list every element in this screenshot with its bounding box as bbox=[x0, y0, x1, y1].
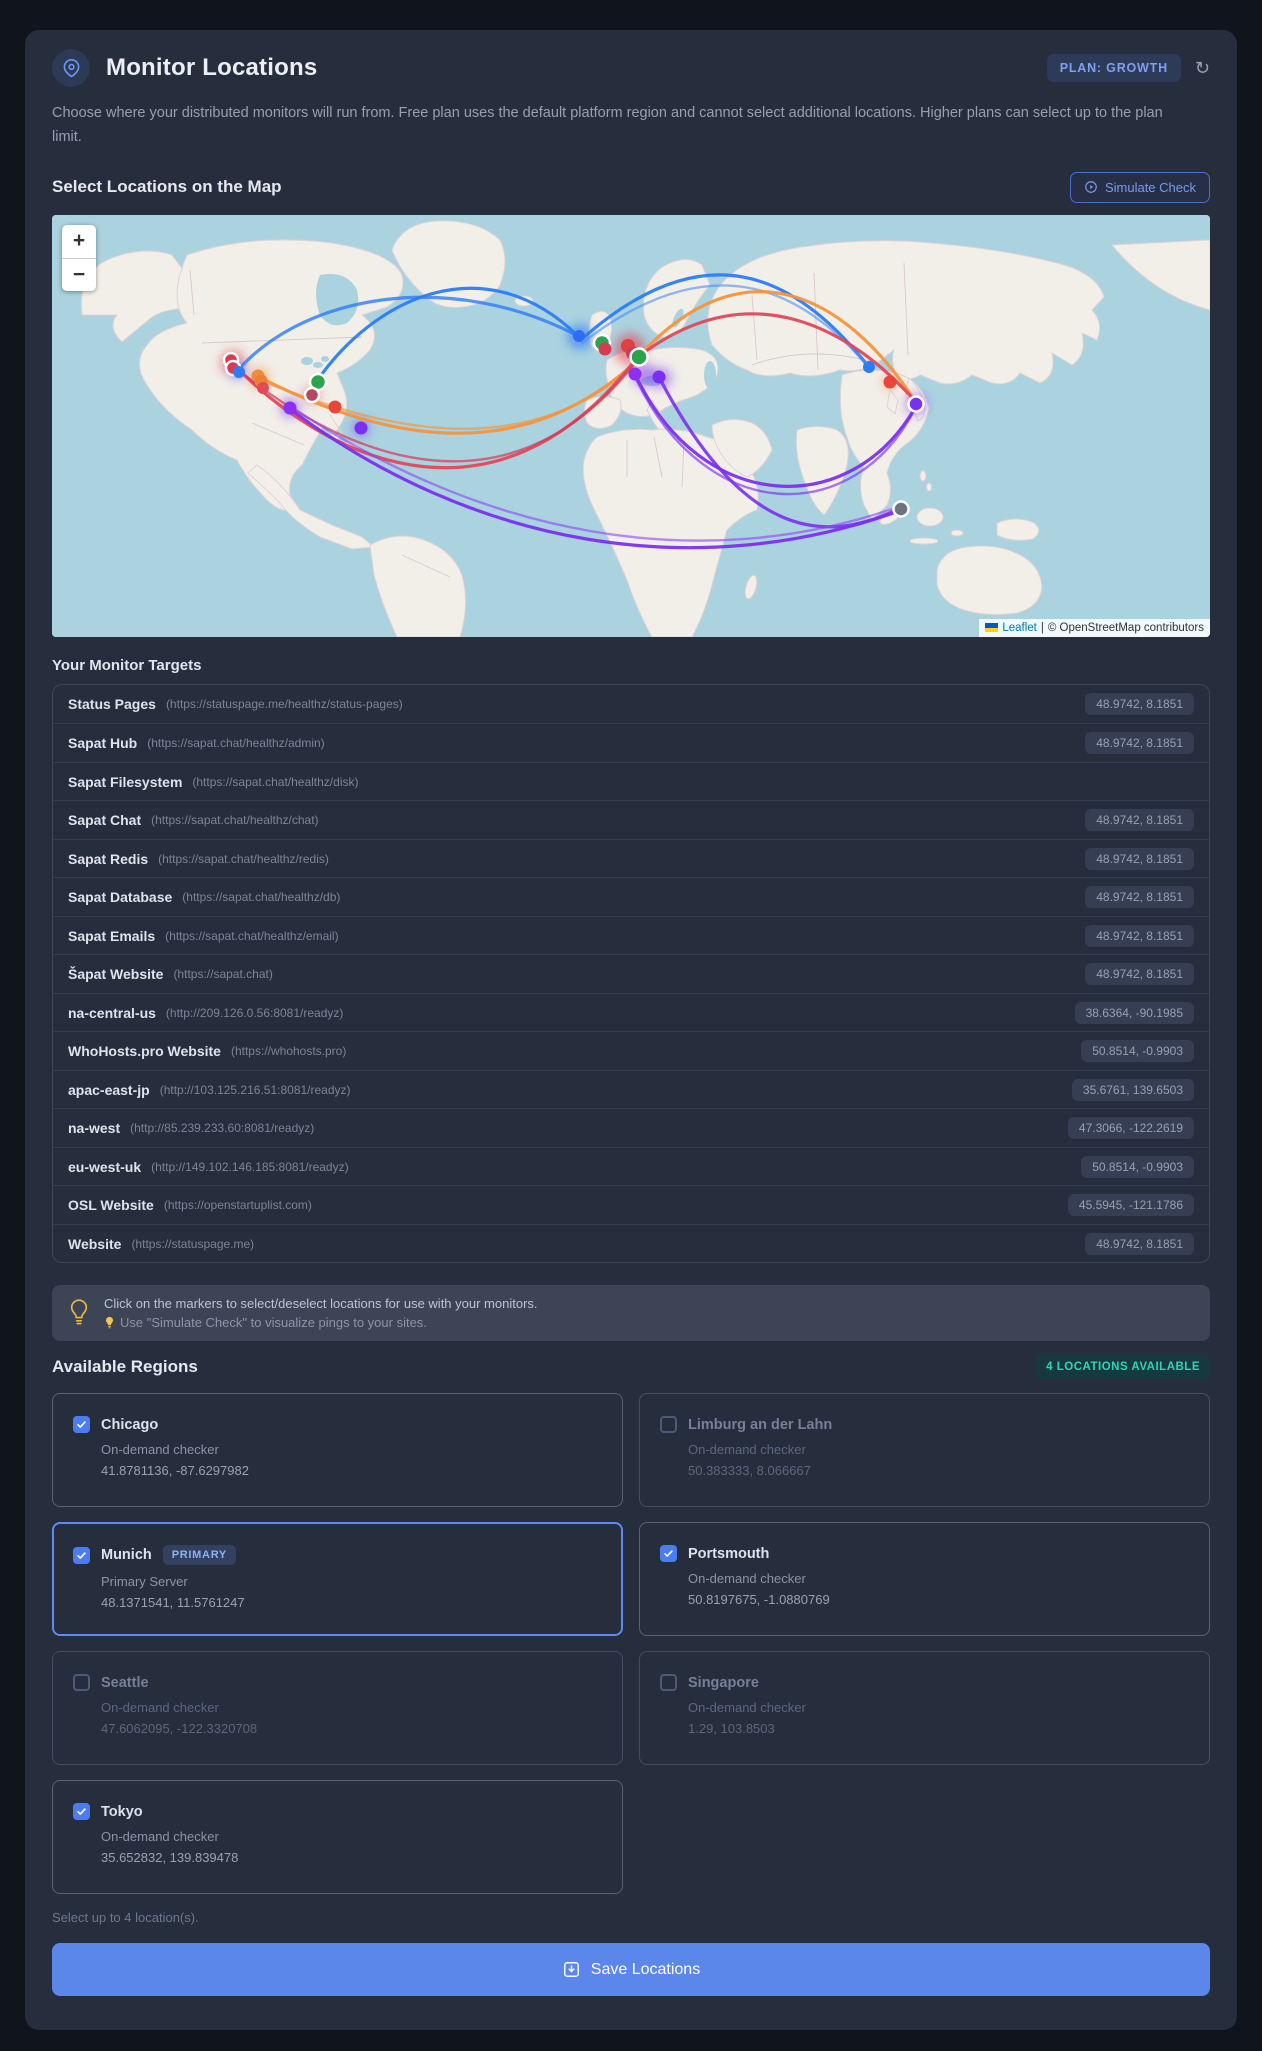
coords-badge: 35.6761, 139.6503 bbox=[1071, 1078, 1194, 1101]
marker-tokyo-purple[interactable] bbox=[907, 395, 925, 413]
lightbulb-icon bbox=[70, 1299, 88, 1325]
target-row: Sapat Database (https://sapat.chat/health… bbox=[53, 877, 1209, 916]
targets-list: Status Pages (https://statuspage.me/healt… bbox=[52, 683, 1210, 1264]
marker-korea-red[interactable] bbox=[883, 375, 897, 389]
region-card-limburg[interactable]: Limburg an der Lahn On-demand checker 50… bbox=[639, 1393, 1210, 1508]
marker-us-purple[interactable] bbox=[283, 401, 297, 415]
region-checkbox[interactable] bbox=[660, 1674, 677, 1692]
regions-heading: Available Regions bbox=[52, 1357, 198, 1377]
leaflet-link[interactable]: Leaflet bbox=[1002, 622, 1037, 634]
coords-badge: 48.9742, 8.1851 bbox=[1085, 1232, 1194, 1255]
region-card-munich[interactable]: Munich PRIMARY Primary Server 48.1371541… bbox=[52, 1522, 623, 1637]
marker-uk-blue[interactable] bbox=[573, 329, 585, 342]
marker-eu-purple-2[interactable] bbox=[652, 370, 666, 384]
marker-munich-green[interactable] bbox=[629, 347, 649, 367]
world-map[interactable]: + − Leaflet | © OpenStreetMap contributo… bbox=[52, 214, 1210, 637]
map-section-title: Select Locations on the Map bbox=[52, 177, 282, 197]
save-icon bbox=[563, 1962, 579, 1978]
primary-badge: PRIMARY bbox=[162, 1545, 236, 1566]
regions-grid: Chicago On-demand checker 41.8781136, -8… bbox=[52, 1393, 1210, 1895]
bulb-emoji-icon bbox=[106, 1316, 113, 1329]
map-attribution: Leaflet | © OpenStreetMap contributors bbox=[979, 618, 1210, 637]
coords-badge: 50.8514, -0.9903 bbox=[1081, 1040, 1194, 1063]
plan-badge: PLAN: GROWTH bbox=[1046, 54, 1181, 82]
target-row: eu-west-uk (http://149.102.146.185:8081/r… bbox=[53, 1146, 1209, 1186]
region-card-portsmouth[interactable]: Portsmouth On-demand checker 50.8197675,… bbox=[639, 1522, 1210, 1637]
tip-line-2: Use "Simulate Check" to visualize pings … bbox=[104, 1315, 538, 1330]
region-checkbox[interactable] bbox=[73, 1546, 90, 1564]
coords-badge: 48.9742, 8.1851 bbox=[1085, 693, 1194, 716]
coords-badge: 48.9742, 8.1851 bbox=[1085, 847, 1194, 870]
target-row: Sapat Redis (https://sapat.chat/healthz/r… bbox=[53, 838, 1209, 878]
header: Monitor Locations PLAN: GROWTH ↻ bbox=[52, 46, 1210, 90]
marker-singapore-gray[interactable] bbox=[892, 500, 910, 518]
target-row: WhoHosts.pro Website (https://whohosts.pr… bbox=[53, 1031, 1209, 1070]
target-row: Website (https://statuspage.me) 48.9742, 8… bbox=[53, 1223, 1209, 1263]
target-row: Šapat Website (https://sapat.chat) 48.9742… bbox=[53, 954, 1209, 993]
monitor-locations-panel: Monitor Locations PLAN: GROWTH ↻ Choose … bbox=[25, 30, 1237, 2030]
coords-badge: 47.3066, -122.2619 bbox=[1067, 1117, 1194, 1140]
coords-badge: 48.9742, 8.1851 bbox=[1085, 732, 1194, 755]
save-locations-button[interactable]: Save Locations bbox=[52, 1943, 1210, 1997]
marker-eu-purple-1[interactable] bbox=[628, 367, 642, 381]
region-checkbox[interactable] bbox=[73, 1803, 90, 1821]
page-description: Choose where your distributed monitors w… bbox=[52, 105, 1163, 145]
refresh-icon[interactable]: ↻ bbox=[1195, 59, 1210, 77]
coords-badge: 48.9742, 8.1851 bbox=[1085, 886, 1194, 909]
region-card-seattle[interactable]: Seattle On-demand checker 47.6062095, -1… bbox=[52, 1651, 623, 1766]
coords-badge: 45.5945, -121.1786 bbox=[1067, 1194, 1194, 1217]
locations-available-badge: 4 LOCATIONS AVAILABLE bbox=[1036, 1355, 1210, 1380]
marker-seattle-blue[interactable] bbox=[233, 365, 245, 378]
simulate-check-button[interactable]: Simulate Check bbox=[1069, 171, 1210, 203]
target-row: na-west (http://85.239.233.60:8081/readyz… bbox=[53, 1108, 1209, 1147]
selection-limit-note: Select up to 4 location(s). bbox=[52, 1910, 199, 1926]
ukraine-flag-icon bbox=[985, 623, 999, 633]
coords-badge: 38.6364, -90.1985 bbox=[1074, 1001, 1194, 1024]
region-card-tokyo[interactable]: Tokyo On-demand checker 35.652832, 139.8… bbox=[52, 1780, 623, 1895]
region-checkbox[interactable] bbox=[73, 1416, 90, 1434]
page-title: Monitor Locations bbox=[106, 54, 318, 81]
region-card-chicago[interactable]: Chicago On-demand checker 41.8781136, -8… bbox=[52, 1393, 623, 1508]
region-checkbox[interactable] bbox=[660, 1545, 677, 1563]
location-pin-icon bbox=[52, 49, 90, 87]
region-checkbox[interactable] bbox=[73, 1674, 90, 1692]
map-canvas bbox=[52, 214, 1210, 637]
play-circle-icon bbox=[1085, 181, 1097, 194]
osm-attribution: © OpenStreetMap contributors bbox=[1047, 621, 1204, 634]
target-row: na-central-us (http://209.126.0.56:8081/r… bbox=[53, 992, 1209, 1032]
region-card-singapore[interactable]: Singapore On-demand checker 1.29, 103.85… bbox=[639, 1651, 1210, 1766]
coords-badge: 48.9742, 8.1851 bbox=[1085, 963, 1194, 986]
target-row: Sapat Chat (https://sapat.chat/healthz/ch… bbox=[53, 800, 1209, 839]
target-row: Sapat Filesystem (https://sapat.chat/heal… bbox=[53, 761, 1209, 801]
tip-line-1: Click on the markers to select/deselect … bbox=[104, 1296, 538, 1312]
marker-uk-red[interactable] bbox=[598, 342, 612, 356]
coords-badge: 50.8514, -0.9903 bbox=[1081, 1155, 1194, 1178]
map-zoom-control: + − bbox=[62, 224, 96, 291]
target-row: Sapat Hub (https://sapat.chat/healthz/adm… bbox=[53, 723, 1209, 762]
marker-us-red[interactable] bbox=[257, 381, 269, 394]
coords-badge: 48.9742, 8.1851 bbox=[1085, 924, 1194, 947]
target-row: apac-east-jp (http://103.125.216.51:8081/… bbox=[53, 1069, 1209, 1109]
zoom-in-button[interactable]: + bbox=[62, 225, 96, 258]
target-row: Sapat Emails (https://sapat.chat/healthz/… bbox=[53, 915, 1209, 955]
marker-us-southeast-red[interactable] bbox=[328, 400, 342, 414]
zoom-out-button[interactable]: − bbox=[62, 257, 96, 291]
coords-badge: 48.9742, 8.1851 bbox=[1085, 809, 1194, 832]
targets-heading: Your Monitor Targets bbox=[52, 656, 202, 674]
marker-china-blue[interactable] bbox=[863, 360, 875, 373]
marker-gulf-purple[interactable] bbox=[354, 421, 368, 435]
region-checkbox[interactable] bbox=[660, 1416, 677, 1434]
marker-stlouis-darkred[interactable] bbox=[303, 386, 321, 404]
target-row: OSL Website (https://openstartuplist.com)… bbox=[53, 1185, 1209, 1224]
tip-box: Click on the markers to select/deselect … bbox=[52, 1285, 1210, 1342]
target-row: Status Pages (https://statuspage.me/healt… bbox=[53, 685, 1209, 724]
